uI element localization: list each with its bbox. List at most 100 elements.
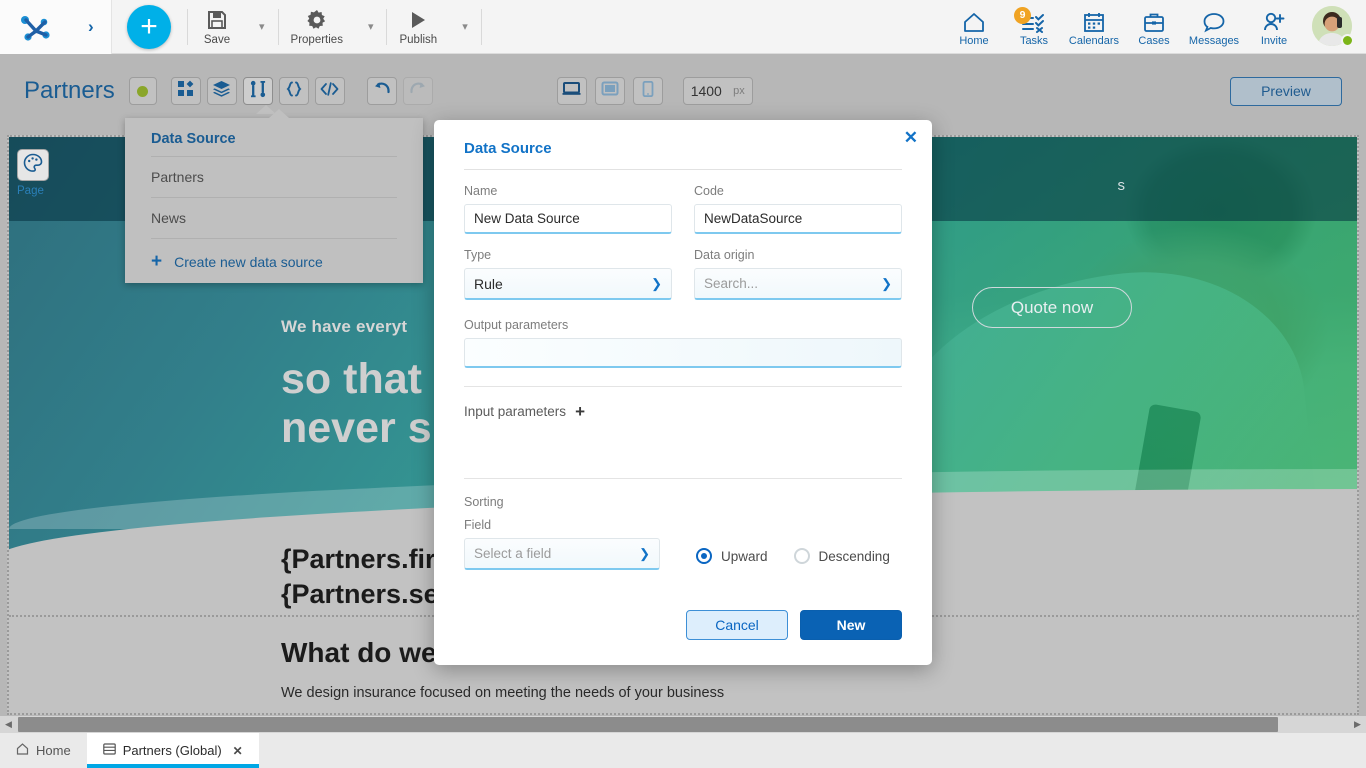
radio-upward[interactable]: Upward [696, 548, 768, 564]
section-title: What do we [281, 637, 437, 668]
save-group: Save ▾ [188, 0, 278, 54]
home-icon [16, 743, 29, 758]
sort-field-placeholder: Select a field [474, 546, 552, 561]
hero-kicker: We have everyt [281, 317, 408, 336]
scrollbar-thumb[interactable] [18, 717, 1278, 732]
code-label: Code [694, 184, 724, 198]
braces-icon [285, 81, 303, 102]
sort-field-select[interactable]: Select a field ❯ [464, 538, 660, 570]
save-button[interactable]: Save [188, 7, 246, 46]
save-label: Save [203, 34, 231, 46]
data-origin-placeholder: Search... [704, 276, 759, 291]
dropdown-caret [269, 109, 289, 118]
page-status-button[interactable] [128, 77, 157, 105]
cancel-button[interactable]: Cancel [686, 610, 788, 640]
publish-button[interactable]: Publish [387, 7, 449, 46]
name-input[interactable] [464, 204, 672, 234]
data-origin-select[interactable]: Search... ❯ [694, 268, 902, 300]
mobile-icon [642, 80, 654, 102]
input-divider [464, 478, 902, 479]
scroll-left-arrow-icon[interactable]: ◀ [0, 716, 17, 733]
chevron-down-icon: ❯ [639, 545, 650, 561]
desktop-button[interactable] [556, 77, 587, 105]
tab-home[interactable]: Home [0, 733, 87, 768]
data-source-modal: ✕ Data Source Name Code Type Rule ❯ D [434, 120, 932, 665]
properties-button[interactable]: Properties [279, 7, 355, 46]
type-select[interactable]: Rule ❯ [464, 268, 672, 300]
mobile-button[interactable] [632, 77, 663, 105]
tab-home-label: Home [36, 743, 71, 758]
close-icon[interactable]: ✕ [904, 129, 918, 146]
nav-label-calendars: Calendars [1068, 34, 1120, 47]
add-button[interactable]: + [127, 4, 171, 49]
page-style-button[interactable] [17, 149, 49, 181]
new-button[interactable]: New [800, 610, 902, 640]
layers-button[interactable] [206, 77, 237, 105]
save-icon [206, 7, 228, 31]
horizontal-scrollbar[interactable]: ◀ ▶ [0, 716, 1366, 733]
input-parameters-row: Input parameters + [464, 403, 902, 420]
radio-descending[interactable]: Descending [793, 548, 890, 564]
tab-partners-global[interactable]: Partners (Global) ✕ [86, 733, 259, 768]
nav-item-invite[interactable]: Invite [1244, 7, 1304, 47]
device-preview-group: 1400 px [556, 77, 753, 105]
properties-chevron-down-icon[interactable]: ▾ [355, 20, 387, 33]
tablet-icon [601, 81, 619, 101]
output-divider [464, 386, 902, 387]
binding-line-1: {Partners.firs [281, 544, 451, 574]
nav-item-messages[interactable]: Messages [1184, 7, 1244, 47]
code-input[interactable] [694, 204, 902, 234]
modal-actions: Cancel New [464, 610, 902, 640]
widgets-button[interactable] [170, 77, 201, 105]
binding-block: {Partners.firs {Partners.sec [281, 542, 454, 612]
name-code-row: Name Code [464, 184, 902, 234]
preview-button[interactable]: Preview [1230, 76, 1342, 106]
data-source-button[interactable] [242, 77, 276, 114]
input-parameters-empty-area [464, 420, 902, 460]
data-origin-field-group: Data origin Search... ❯ [694, 248, 902, 300]
hero-nav-text: s [1117, 176, 1126, 194]
page-title: Partners [24, 77, 115, 104]
section-subtitle: We design insurance focused on meeting t… [281, 685, 725, 701]
app-logo-icon[interactable] [17, 11, 53, 43]
hero-headline-line1: so that [281, 355, 422, 403]
nav-item-cases[interactable]: Cases [1124, 7, 1184, 47]
canvas-width-input[interactable]: 1400 px [682, 77, 753, 105]
code-button[interactable] [314, 77, 345, 105]
tablet-button[interactable] [594, 77, 625, 105]
name-field-group: Name [464, 184, 672, 234]
dropdown-item-news[interactable]: News [151, 197, 397, 238]
chevron-down-icon: ❯ [651, 275, 662, 291]
redo-button[interactable] [402, 77, 433, 105]
data-source-dropdown: Data Source Partners News + Create new d… [125, 109, 423, 283]
nav-label-invite: Invite [1260, 34, 1288, 47]
bottom-tab-bar: Home Partners (Global) ✕ [0, 733, 1366, 768]
scroll-right-arrow-icon[interactable]: ▶ [1349, 716, 1366, 733]
plus-icon: + [151, 251, 163, 272]
add-input-parameter-button[interactable]: + [575, 403, 585, 420]
nav-label-messages: Messages [1188, 34, 1240, 47]
briefcase-icon [1143, 7, 1165, 33]
save-chevron-down-icon[interactable]: ▾ [246, 20, 278, 33]
canvas-width-value: 1400 [690, 83, 722, 99]
create-data-source-item[interactable]: + Create new data source [151, 238, 397, 277]
sidebar-expand-arrow[interactable]: › [88, 17, 94, 37]
radio-upward-dot [696, 548, 712, 564]
dropdown-item-partners[interactable]: Partners [151, 156, 397, 197]
nav-item-home[interactable]: Home [944, 7, 1004, 47]
properties-group: Properties ▾ [279, 0, 387, 54]
field-label: Field [464, 518, 492, 532]
page-icon [102, 743, 116, 758]
publish-chevron-down-icon[interactable]: ▾ [449, 20, 481, 33]
code-icon [320, 81, 339, 101]
undo-button[interactable] [366, 77, 397, 105]
expression-button[interactable] [278, 77, 309, 105]
nav-item-calendars[interactable]: Calendars [1064, 7, 1124, 47]
avatar[interactable] [1312, 5, 1354, 48]
sort-direction-radios: Upward Descending [696, 548, 890, 570]
output-parameters-input[interactable] [464, 338, 902, 368]
data-source-icon [249, 80, 267, 103]
close-icon[interactable]: ✕ [233, 744, 243, 758]
quote-now-button[interactable]: Quote now [972, 287, 1132, 328]
nav-item-tasks[interactable]: 9 Tasks [1004, 6, 1064, 47]
